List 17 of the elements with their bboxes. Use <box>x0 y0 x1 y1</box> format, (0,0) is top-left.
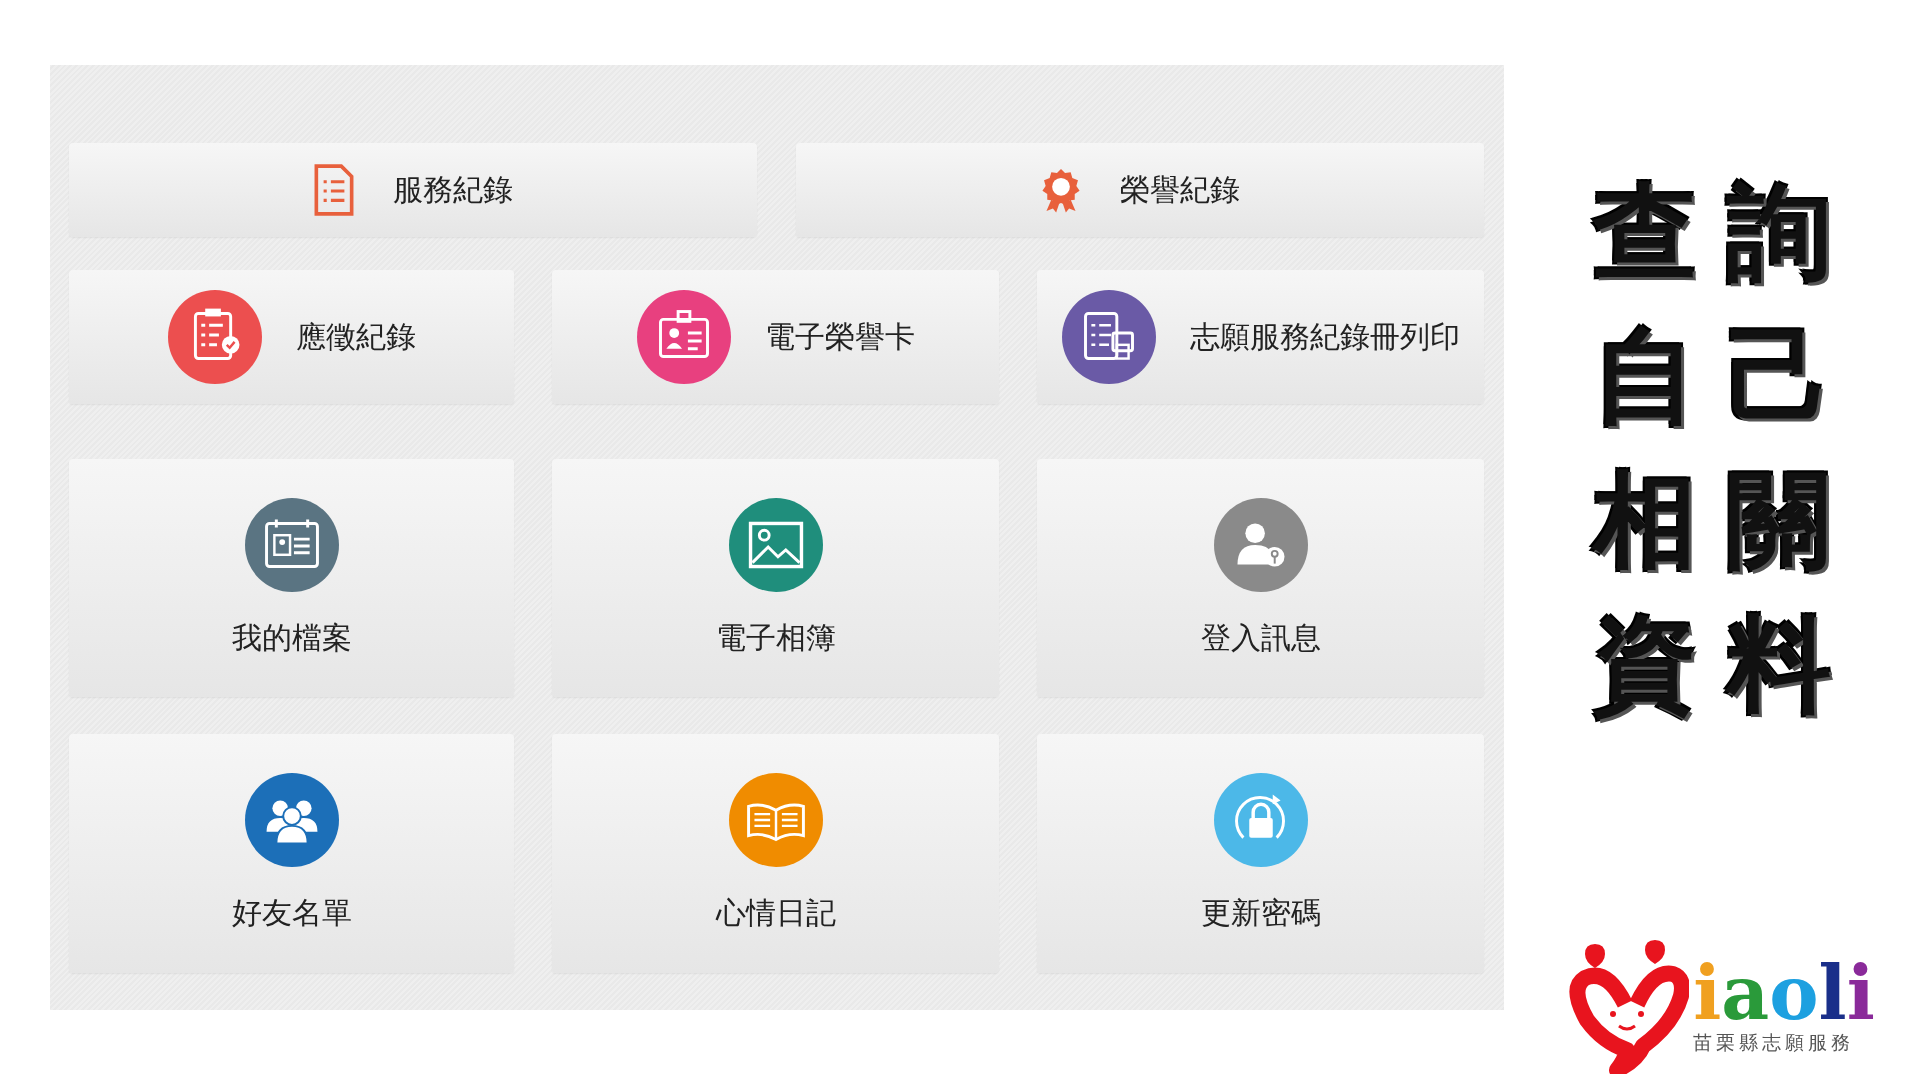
menu-tile[interactable]: 更新密碼 <box>1037 734 1484 973</box>
menu-tile[interactable]: 好友名單 <box>69 734 514 973</box>
menu-button[interactable]: 榮譽紀錄 <box>796 143 1484 238</box>
menu-tile[interactable]: 登入訊息 <box>1037 458 1484 698</box>
menu-tile[interactable]: 志願服務紀錄冊列印 <box>1037 270 1484 404</box>
menu-tile[interactable]: 我的檔案 <box>69 458 514 698</box>
menu-tile[interactable]: 心情日記 <box>552 734 999 973</box>
caption-text: 相關 <box>1593 468 1861 572</box>
menu-tile[interactable]: 電子榮譽卡 <box>552 270 999 404</box>
menu-tile[interactable]: 電子相簿 <box>552 458 999 698</box>
menu-button[interactable]: 服務紀錄 <box>69 143 757 238</box>
caption-text: 自己 <box>1593 324 1861 428</box>
document-icon <box>313 163 355 218</box>
logo-wordmark: iaoli <box>1693 956 1875 1030</box>
logo-subtitle: 苗栗縣志願服務 <box>1693 1030 1855 1055</box>
caption-text: 查詢 <box>1593 180 1861 284</box>
menu-tile[interactable]: 應徵紀錄 <box>69 270 514 404</box>
